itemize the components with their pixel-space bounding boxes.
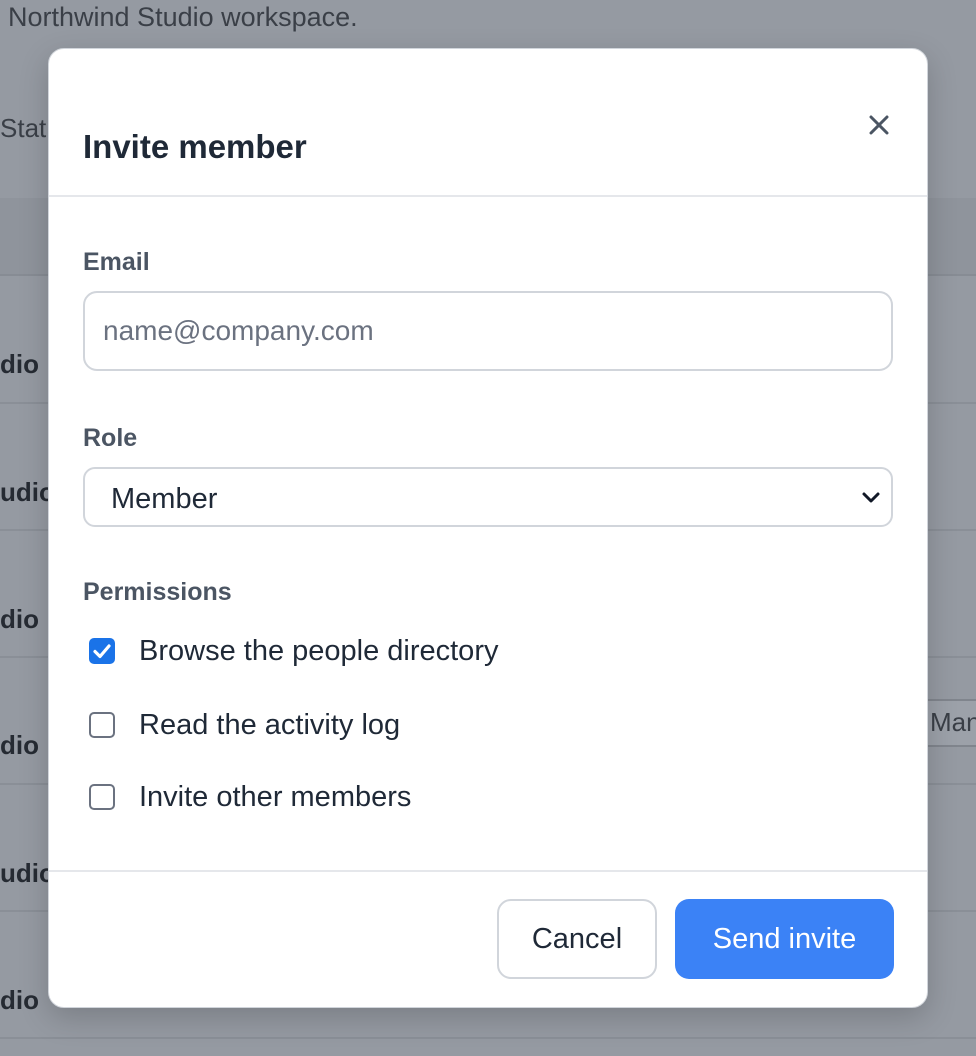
email-label: Email <box>83 248 150 276</box>
permission-checkbox[interactable] <box>89 784 115 810</box>
table-cell: dio <box>0 985 39 1015</box>
table-cell: dio <box>0 349 39 379</box>
dialog-title: Invite member <box>83 128 307 165</box>
chevron-down-icon <box>862 492 880 503</box>
table-cell: dio <box>0 730 39 760</box>
cancel-button[interactable]: Cancel <box>497 899 657 979</box>
permission-label: Browse the people directory <box>139 635 499 667</box>
role-select-background-value: Man <box>930 707 976 737</box>
invite-member-dialog: Invite member Email Role Member Permissi… <box>48 48 928 1008</box>
permission-checkbox[interactable] <box>89 638 115 664</box>
email-field[interactable] <box>83 291 893 371</box>
status-column-header: Stat <box>0 113 47 143</box>
permissions-label: Permissions <box>83 578 232 606</box>
permission-read-activity-log[interactable]: Read the activity log <box>89 705 789 745</box>
role-select[interactable]: Member <box>83 467 893 527</box>
close-button[interactable] <box>861 107 897 143</box>
dialog-footer-divider <box>49 870 927 872</box>
role-label: Role <box>83 424 138 452</box>
role-select-value: Member <box>111 483 218 515</box>
send-invite-button[interactable]: Send invite <box>675 899 894 979</box>
permission-checkbox[interactable] <box>89 712 115 738</box>
dialog-header: Invite member <box>49 49 927 197</box>
permission-label: Invite other members <box>139 781 412 813</box>
table-cell: dio <box>0 604 39 634</box>
table-cell: udio <box>0 477 55 507</box>
permission-invite-members[interactable]: Invite other members <box>89 777 789 817</box>
check-icon <box>93 644 111 659</box>
close-icon <box>869 115 889 135</box>
workspace-subtitle: Northwind Studio workspace. <box>8 2 358 32</box>
permission-browse-directory[interactable]: Browse the people directory <box>89 631 789 671</box>
table-cell: udio <box>0 858 55 888</box>
permission-label: Read the activity log <box>139 709 401 741</box>
